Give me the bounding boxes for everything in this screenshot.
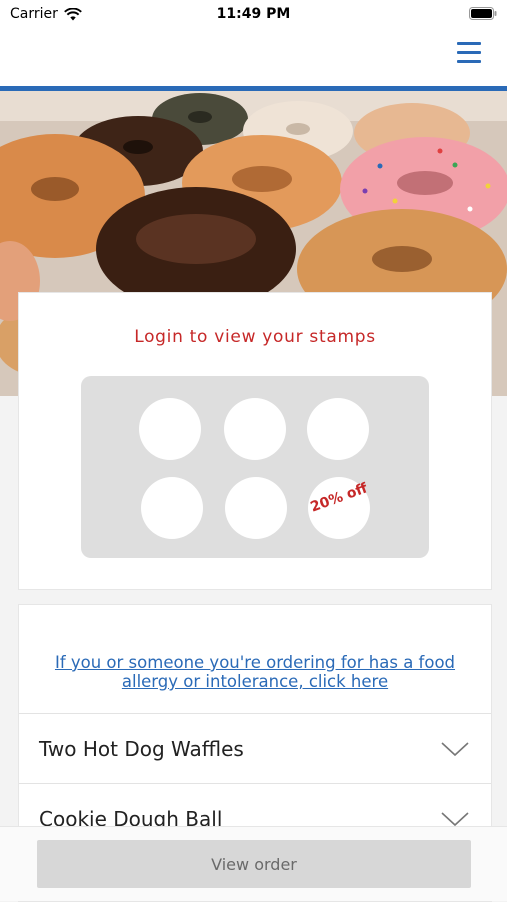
top-nav-bar: [0, 30, 507, 86]
stamp-slot: [141, 477, 203, 539]
stamp-card-title[interactable]: Login to view your stamps: [19, 327, 491, 347]
allergy-info-link[interactable]: If you or someone you're ordering for ha…: [39, 653, 471, 691]
chevron-down-icon: [441, 812, 469, 827]
menu-item-two-hot-dog-waffles[interactable]: Two Hot Dog Waffles: [19, 713, 491, 784]
status-time: 11:49 PM: [216, 6, 291, 22]
stamp-slot: [139, 398, 201, 460]
chevron-down-icon: [441, 742, 469, 757]
stamp-slot: [224, 398, 286, 460]
menu-item-label: Two Hot Dog Waffles: [39, 737, 244, 761]
stamp-card: Login to view your stamps 20% off: [18, 292, 492, 590]
bottom-bar: View order: [0, 826, 507, 901]
stamp-reward-slot: 20% off: [308, 477, 370, 539]
stamp-grid: 20% off: [81, 376, 429, 558]
stamp-slot: [225, 477, 287, 539]
reward-label: 20% off: [308, 480, 370, 516]
stamp-slot: [307, 398, 369, 460]
status-bar: Carrier 11:49 PM: [0, 0, 507, 30]
hamburger-menu-icon[interactable]: [457, 42, 481, 63]
view-order-button[interactable]: View order: [37, 840, 471, 888]
battery-icon: [469, 7, 497, 20]
